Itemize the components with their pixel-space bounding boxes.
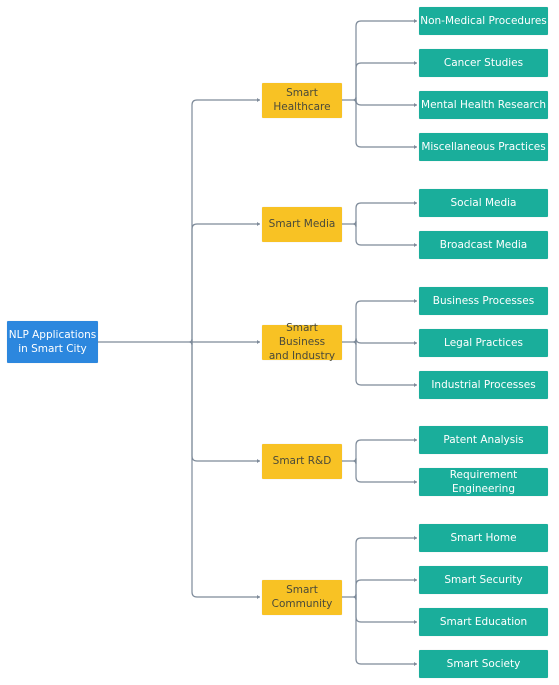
root-label-line1: NLP Applications: [8, 329, 97, 341]
category-connector-branch: [355, 62, 417, 100]
category-connector-branch: [355, 99, 417, 106]
arrowhead-icon: [414, 61, 417, 65]
leaf-label: Miscellaneous Practices: [421, 141, 546, 153]
category-connector-branch: [355, 202, 417, 224]
category-connector-branch: [355, 579, 417, 597]
arrowhead-icon: [414, 103, 417, 107]
category-connector-stub: [342, 593, 357, 601]
leaf-label: Requirement Engineering: [449, 469, 518, 495]
category-node[interactable]: Smart Healthcare: [262, 82, 342, 118]
leaf-node[interactable]: Non-Medical Procedures: [419, 7, 548, 35]
leaf-label: Smart Education: [439, 616, 528, 628]
leaf-node[interactable]: Smart Education: [419, 608, 548, 636]
arrowhead-icon: [257, 222, 260, 226]
leaf-node[interactable]: Miscellaneous Practices: [419, 133, 548, 161]
category-connector-branch: [355, 439, 417, 461]
category-connector-branch: [355, 300, 417, 342]
root-connector-branch: [191, 223, 260, 342]
leaf-label: Smart Home: [450, 532, 517, 544]
leaf-node[interactable]: Cancer Studies: [419, 49, 548, 77]
category-connector-stub: [342, 96, 357, 104]
leaf-label: Non-Medical Procedures: [420, 15, 547, 27]
category-label-line2: Community: [271, 598, 333, 610]
category-connector-branch: [355, 597, 417, 623]
leaf-label: Legal Practices: [444, 337, 523, 349]
category-label-line1: Smart Media: [268, 218, 336, 230]
leaf-label: Smart Security: [444, 574, 523, 586]
category-connector-branch: [355, 461, 417, 483]
category-connector-branch: [355, 20, 417, 100]
arrowhead-icon: [257, 459, 260, 463]
arrowhead-icon: [414, 341, 417, 345]
category-label-line1: Smart Business: [278, 322, 326, 348]
leaf-label: Industrial Processes: [431, 379, 536, 391]
category-node[interactable]: Smart R&D: [262, 443, 342, 479]
category-connector-branch: [355, 337, 417, 344]
root-label-line2: in Smart City: [18, 343, 87, 355]
category-connector-stub: [342, 457, 357, 465]
category-node[interactable]: Smart Community: [262, 579, 342, 615]
root-connector-branch: [191, 342, 260, 462]
category-label-line1: Smart: [286, 87, 318, 99]
arrowhead-icon: [414, 19, 417, 23]
leaf-node[interactable]: Patent Analysis: [419, 426, 548, 454]
arrowhead-icon: [414, 662, 417, 666]
leaf-node[interactable]: Mental Health Research: [419, 91, 548, 119]
leaf-label: Cancer Studies: [443, 57, 524, 69]
leaf-node[interactable]: Smart Society: [419, 650, 548, 678]
arrowhead-icon: [414, 243, 417, 247]
leaf-label: Smart Society: [446, 658, 521, 670]
leaf-label: Social Media: [450, 197, 517, 209]
category-connector-stub: [342, 338, 357, 346]
root-node[interactable]: NLP Applications in Smart City: [7, 321, 98, 363]
leaf-node[interactable]: Smart Home: [419, 524, 548, 552]
category-label-line2: and Industry: [268, 350, 336, 362]
arrowhead-icon: [414, 299, 417, 303]
arrowhead-icon: [414, 480, 417, 484]
leaf-node[interactable]: Requirement Engineering: [419, 468, 548, 496]
category-node[interactable]: Smart Media: [262, 206, 342, 242]
leaf-node[interactable]: Industrial Processes: [419, 371, 548, 399]
arrowhead-icon: [257, 340, 260, 344]
leaf-node[interactable]: Business Processes: [419, 287, 548, 315]
arrowhead-icon: [257, 98, 260, 102]
category-node[interactable]: Smart Business and Industry: [262, 322, 342, 362]
leaf-node[interactable]: Broadcast Media: [419, 231, 548, 259]
arrowhead-icon: [257, 595, 260, 599]
leaf-label: Broadcast Media: [439, 239, 528, 251]
arrowhead-icon: [414, 536, 417, 540]
root-connector-branch: [191, 99, 260, 342]
category-label-line1: Smart: [286, 584, 318, 596]
arrowhead-icon: [414, 145, 417, 149]
category-connector-branch: [355, 342, 417, 386]
category-connector-branch: [355, 597, 417, 665]
category-label-line1: Smart R&D: [272, 455, 332, 467]
arrowhead-icon: [414, 201, 417, 205]
leaf-node[interactable]: Legal Practices: [419, 329, 548, 357]
category-connector-branch: [355, 537, 417, 597]
root-connector-stub: [98, 338, 193, 346]
category-connector-branch: [355, 224, 417, 246]
leaf-label: Business Processes: [432, 295, 535, 307]
leaf-label: Mental Health Research: [421, 99, 546, 111]
root-connector-branch: [191, 342, 260, 598]
category-connector-branch: [355, 100, 417, 148]
arrowhead-icon: [414, 438, 417, 442]
arrowhead-icon: [414, 578, 417, 582]
arrowhead-icon: [414, 620, 417, 624]
category-label-line2: Healthcare: [273, 101, 331, 113]
leaf-node[interactable]: Social Media: [419, 189, 548, 217]
leaf-node[interactable]: Smart Security: [419, 566, 548, 594]
leaf-label: Patent Analysis: [443, 434, 524, 446]
arrowhead-icon: [414, 383, 417, 387]
category-connector-stub: [342, 220, 357, 228]
